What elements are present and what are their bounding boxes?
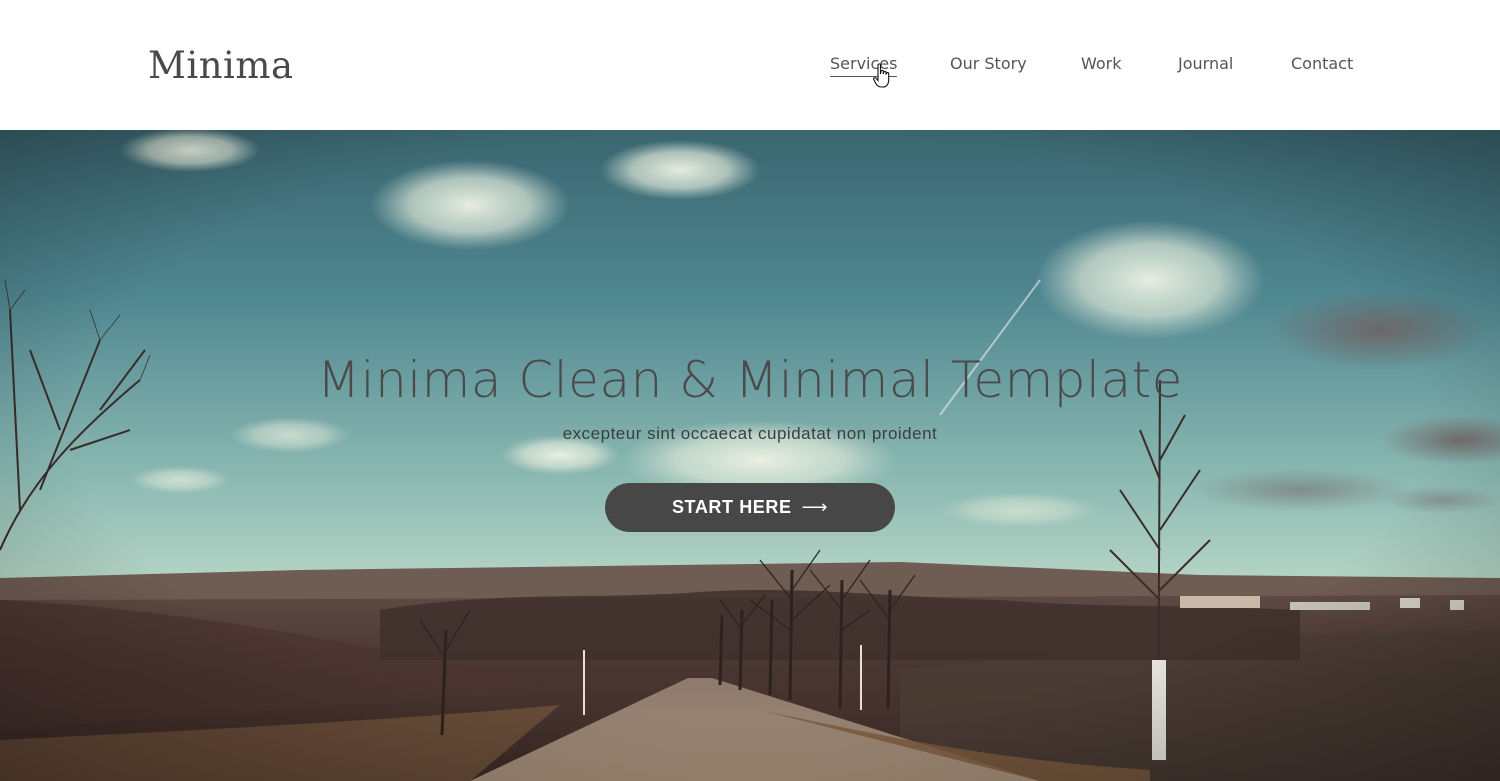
hero-title: Minima Clean & Minimal Template bbox=[317, 351, 1183, 409]
hero-background-image bbox=[0, 130, 1500, 781]
nav-link-our-story[interactable]: Our Story bbox=[950, 52, 1027, 76]
start-here-button[interactable]: START HERE ⟶ bbox=[605, 483, 895, 532]
hero-section: Minima Clean & Minimal Template excepteu… bbox=[0, 130, 1500, 781]
nav-link-contact[interactable]: Contact bbox=[1291, 52, 1353, 76]
site-logo[interactable]: Minima bbox=[148, 40, 294, 92]
arrow-right-icon: ⟶ bbox=[801, 497, 829, 518]
start-here-label: START HERE bbox=[671, 497, 792, 517]
nav-link-work[interactable]: Work bbox=[1081, 52, 1122, 76]
pointer-hand-icon bbox=[873, 63, 890, 88]
nav-link-journal[interactable]: Journal bbox=[1178, 52, 1233, 76]
site-header: Minima Services Our Story Work Journal C… bbox=[0, 0, 1500, 130]
hero-subtitle: excepteur sint occaecat cupidatat non pr… bbox=[562, 424, 938, 443]
